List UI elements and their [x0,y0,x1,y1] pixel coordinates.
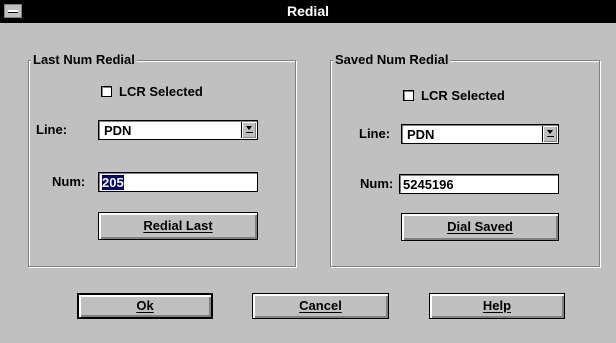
dropdown-arrow-icon[interactable] [542,126,557,142]
redial-last-label: Redial Last [143,218,213,233]
saved-line-label: Line: [359,126,391,141]
title-bar: Redial [0,0,616,23]
last-num-value: 205 [102,175,124,190]
saved-num-label: Num: [360,176,394,191]
last-line-value: PDN [104,123,132,138]
dial-saved-label: Dial Saved [447,219,513,234]
saved-num-input[interactable]: 5245196 [399,174,559,194]
last-lcr-checkbox-row[interactable]: LCR Selected [101,84,203,99]
help-label: Help [482,298,512,313]
saved-lcr-checkbox[interactable] [403,90,414,101]
last-line-select[interactable]: PDN [98,120,258,140]
help-button[interactable]: Help [429,293,565,319]
ok-button[interactable]: Ok [77,293,213,319]
redial-dialog: Redial Last Num Redial LCR Selected Line… [0,0,616,343]
window-title: Redial [286,3,329,19]
cancel-label: Cancel [299,298,342,313]
redial-last-button[interactable]: Redial Last [98,212,258,240]
cancel-button[interactable]: Cancel [252,293,389,319]
last-lcr-checkbox[interactable] [101,86,112,97]
dropdown-arrow-icon[interactable] [241,122,256,138]
saved-lcr-label: LCR Selected [421,88,505,103]
saved-num-value: 5245196 [403,177,454,192]
saved-line-select[interactable]: PDN [401,124,559,144]
saved-line-value: PDN [407,127,435,142]
ok-label: Ok [136,298,154,313]
last-num-label: Num: [52,174,86,189]
last-lcr-label: LCR Selected [119,84,203,99]
saved-num-redial-title: Saved Num Redial [333,52,451,67]
last-num-input[interactable]: 205 [98,172,258,192]
last-num-redial-title: Last Num Redial [31,52,137,67]
last-line-label: Line: [36,122,68,137]
saved-lcr-checkbox-row[interactable]: LCR Selected [403,88,505,103]
dial-saved-button[interactable]: Dial Saved [401,213,559,241]
